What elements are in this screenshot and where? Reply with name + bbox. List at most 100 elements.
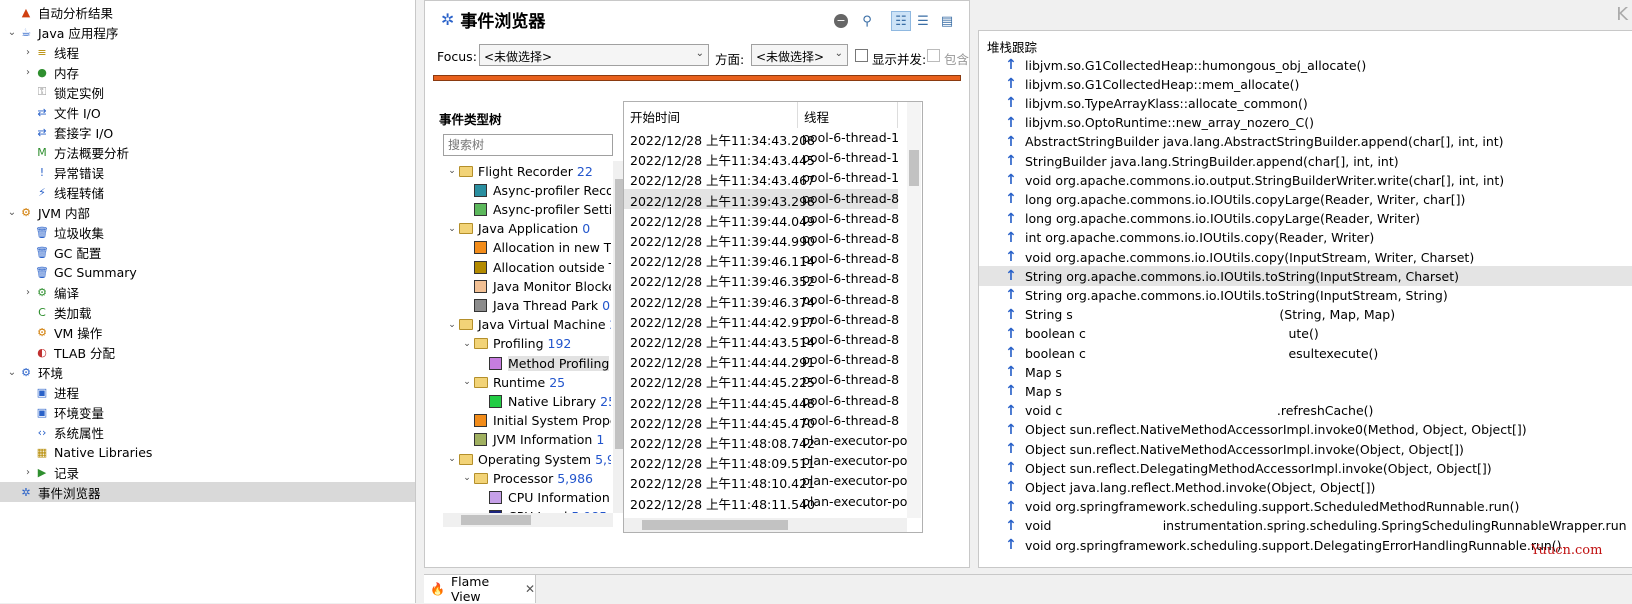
stack-frame[interactable]: ↑ Object java.lang.reflect.Method.invoke(… [979, 477, 1632, 497]
nav-item[interactable]: M 方法概要分析 [0, 142, 415, 162]
stack-frame[interactable]: ↑ Map s [979, 362, 1632, 382]
table-row[interactable]: 2022/12/28 上午11:39:46.352 pool-6-thread-8 [624, 269, 899, 289]
table-row[interactable]: 2022/12/28 上午11:44:42.917 pool-6-thread-8 [624, 310, 899, 330]
stack-frame[interactable]: ↑ libjvm.so.TypeArrayKlass::allocate_comm… [979, 93, 1632, 113]
show-concurrent-checkbox[interactable] [855, 49, 868, 62]
aspect-select[interactable]: <未做选择> ⌄ [751, 44, 848, 66]
chevron-down-icon[interactable]: ⌄ [6, 362, 18, 382]
stack-frame[interactable]: ↑ void org.apache.commons.io.output.Strin… [979, 170, 1632, 190]
stack-frame[interactable]: ↑ long org.apache.commons.io.IOUtils.copy… [979, 189, 1632, 209]
table-row[interactable]: 2022/12/28 上午11:44:45.448 pool-6-thread-8 [624, 391, 899, 411]
nav-item[interactable]: ⚿ 锁定实例 [0, 82, 415, 102]
table-row[interactable]: 2022/12/28 上午11:48:10.421 plan-executor-p… [624, 471, 907, 491]
nav-item[interactable]: ⌄ ☕ Java 应用程序 [0, 22, 415, 42]
stack-frame[interactable]: ↑ void org.apache.commons.io.IOUtils.copy… [979, 247, 1632, 267]
table-row[interactable]: 2022/12/28 上午11:48:09.511 plan-executor-p… [624, 451, 907, 471]
nav-item[interactable]: ‹› 系统属性 [0, 422, 415, 442]
chevron-down-icon[interactable]: ⌄ [6, 22, 18, 42]
nav-item[interactable]: ▲ 自动分析结果 [0, 2, 415, 22]
event-type-node[interactable]: CPU Information [475, 487, 610, 507]
nav-item[interactable]: 🗑 GC Summary [0, 262, 415, 282]
search-tree-input[interactable] [443, 134, 613, 156]
chevron-right-icon[interactable]: › [22, 42, 34, 62]
nav-item[interactable]: ▣ 环境变量 [0, 402, 415, 422]
table-row[interactable]: 2022/12/28 上午11:34:43.445 pool-6-thread-1 [624, 148, 899, 168]
table-row[interactable]: 2022/12/28 上午11:34:43.467 pool-6-thread-1 [624, 168, 899, 188]
event-type-node[interactable]: ⌄ Flight Recorder 22 [445, 161, 593, 181]
chevron-down-icon[interactable]: ⌄ [445, 166, 459, 176]
stack-frame[interactable]: ↑ StringBuilder java.lang.StringBuilder.a… [979, 151, 1632, 171]
table-row[interactable]: 2022/12/28 上午11:48:08.742 plan-executor-p… [624, 431, 907, 451]
nav-item[interactable]: 🗑 垃圾收集 [0, 222, 415, 242]
chevron-down-icon[interactable]: ⌄ [460, 377, 474, 387]
nav-item[interactable]: ! 异常错误 [0, 162, 415, 182]
stack-frame[interactable]: ↑ void c .refreshCache() [979, 401, 1632, 421]
event-type-node[interactable]: Initial System Proper [460, 411, 611, 431]
table-row[interactable]: 2022/12/28 上午11:48:11.540 plan-executor-p… [624, 492, 907, 512]
chevron-down-icon[interactable]: ⌄ [460, 339, 474, 349]
nav-item[interactable]: ▣ 进程 [0, 382, 415, 402]
chevron-down-icon[interactable]: ⌄ [445, 224, 459, 234]
event-type-node[interactable]: ⌄ Operating System5,98 [445, 449, 611, 469]
event-type-node[interactable]: Allocation outside Tl [460, 257, 611, 277]
list-view-icon[interactable]: ☰ [913, 11, 933, 31]
event-type-node[interactable]: ⌄ Processor 5,986 [460, 468, 593, 488]
event-type-node[interactable]: Native Library25 [475, 391, 611, 411]
nav-item[interactable]: ✲ 事件浏览器 [0, 482, 415, 502]
close-icon[interactable]: ✕ [525, 582, 535, 596]
table-row[interactable]: 2022/12/28 上午11:39:46.374 pool-6-thread-8 [624, 290, 899, 310]
stack-frame[interactable]: ↑ long org.apache.commons.io.IOUtils.copy… [979, 209, 1632, 229]
stack-frame[interactable]: ↑ Object sun.reflect.NativeMethodAccessor… [979, 439, 1632, 459]
minimize-icon[interactable]: − [831, 11, 851, 31]
column-header-start-time[interactable]: 开始时间 [624, 102, 798, 128]
nav-item[interactable]: ⚙ VM 操作 [0, 322, 415, 342]
nav-item[interactable]: ⇄ 文件 I/O [0, 102, 415, 122]
chevron-down-icon[interactable]: ⌄ [445, 320, 459, 330]
table-view-icon[interactable]: ▤ [937, 11, 957, 31]
stack-frame[interactable]: ↑ String org.apache.commons.io.IOUtils.to… [979, 266, 1632, 287]
stack-frame[interactable]: ↑ libjvm.so.OptoRuntime::new_array_nozero… [979, 113, 1632, 133]
nav-item[interactable]: ⇄ 套接字 I/O [0, 122, 415, 142]
table-row[interactable]: 2022/12/28 上午11:39:43.298 pool-6-thread-8 [624, 188, 899, 209]
event-type-node[interactable]: ⌄ Profiling 192 [460, 334, 571, 354]
nav-item[interactable]: › ⚙ 编译 [0, 282, 415, 302]
event-type-node[interactable]: Java Thread Park 0 [460, 295, 610, 315]
event-type-node[interactable]: ⌄ Java Virtual Machine 24 [445, 315, 611, 335]
table-row[interactable]: 2022/12/28 上午11:44:45.470 pool-6-thread-8 [624, 411, 899, 431]
stack-frame[interactable]: ↑ String s (String, Map, Map) [979, 305, 1632, 325]
stack-frame[interactable]: ↑ void org.springframework.scheduling.sup… [979, 497, 1632, 517]
stack-frame[interactable]: ↑ boolean c ute() [979, 324, 1632, 344]
table-row[interactable]: 2022/12/28 上午11:39:44.049 pool-6-thread-8 [624, 209, 899, 229]
nav-item[interactable]: ⌄ ⚙ 环境 [0, 362, 415, 382]
stack-frame[interactable]: ↑ libjvm.so.G1CollectedHeap::humongous_ob… [979, 55, 1632, 75]
stack-frame[interactable]: ↑ Object sun.reflect.NativeMethodAccessor… [979, 420, 1632, 440]
focus-select[interactable]: <未做选择> ⌄ [479, 44, 709, 66]
nav-item[interactable]: › ● 内存 [0, 62, 415, 82]
event-type-node[interactable]: Async-profiler Recor [460, 180, 611, 200]
events-vscroll[interactable] [907, 102, 921, 518]
stack-frame[interactable]: ↑ Map s [979, 381, 1632, 401]
event-type-node[interactable]: ⌄ Runtime 25 [460, 372, 565, 392]
nav-item[interactable]: ▦ Native Libraries [0, 442, 415, 462]
stack-frame[interactable]: ↑ Object sun.reflect.DelegatingMethodAcce… [979, 458, 1632, 478]
event-type-node[interactable]: JVM Information 1 [460, 430, 604, 450]
stack-frame[interactable]: ↑ AbstractStringBuilder java.lang.Abstrac… [979, 132, 1632, 152]
chevron-right-icon[interactable]: › [22, 462, 34, 482]
chevron-down-icon[interactable]: ⌄ [6, 202, 18, 222]
nav-item[interactable]: ⚡ 线程转储 [0, 182, 415, 202]
nav-item[interactable]: ⌄ ⚙ JVM 内部 [0, 202, 415, 222]
table-row[interactable]: 2022/12/28 上午11:44:44.291 pool-6-thread-8 [624, 350, 899, 370]
table-row[interactable]: 2022/12/28 上午11:39:44.990 pool-6-thread-8 [624, 229, 899, 249]
chevron-down-icon[interactable]: ⌄ [445, 454, 459, 464]
chevron-right-icon[interactable]: › [22, 62, 34, 82]
events-hscroll[interactable] [624, 518, 907, 532]
table-row[interactable]: 2022/12/28 上午11:34:43.208 pool-6-thread-1 [624, 128, 899, 148]
tab-flame-view[interactable]: 🔥 Flame View ✕ [424, 574, 536, 604]
pin-icon[interactable]: ⚲ [857, 11, 877, 31]
event-type-node[interactable]: Java Monitor Blocke [460, 276, 611, 296]
column-header-thread[interactable]: 线程 [798, 102, 898, 128]
chevron-right-icon[interactable]: › [22, 282, 34, 302]
chevron-down-icon[interactable]: ⌄ [460, 473, 474, 483]
event-type-node[interactable]: ⌄ Java Application 0 [445, 219, 590, 239]
table-row[interactable]: 2022/12/28 上午11:44:43.514 pool-6-thread-8 [624, 330, 899, 350]
